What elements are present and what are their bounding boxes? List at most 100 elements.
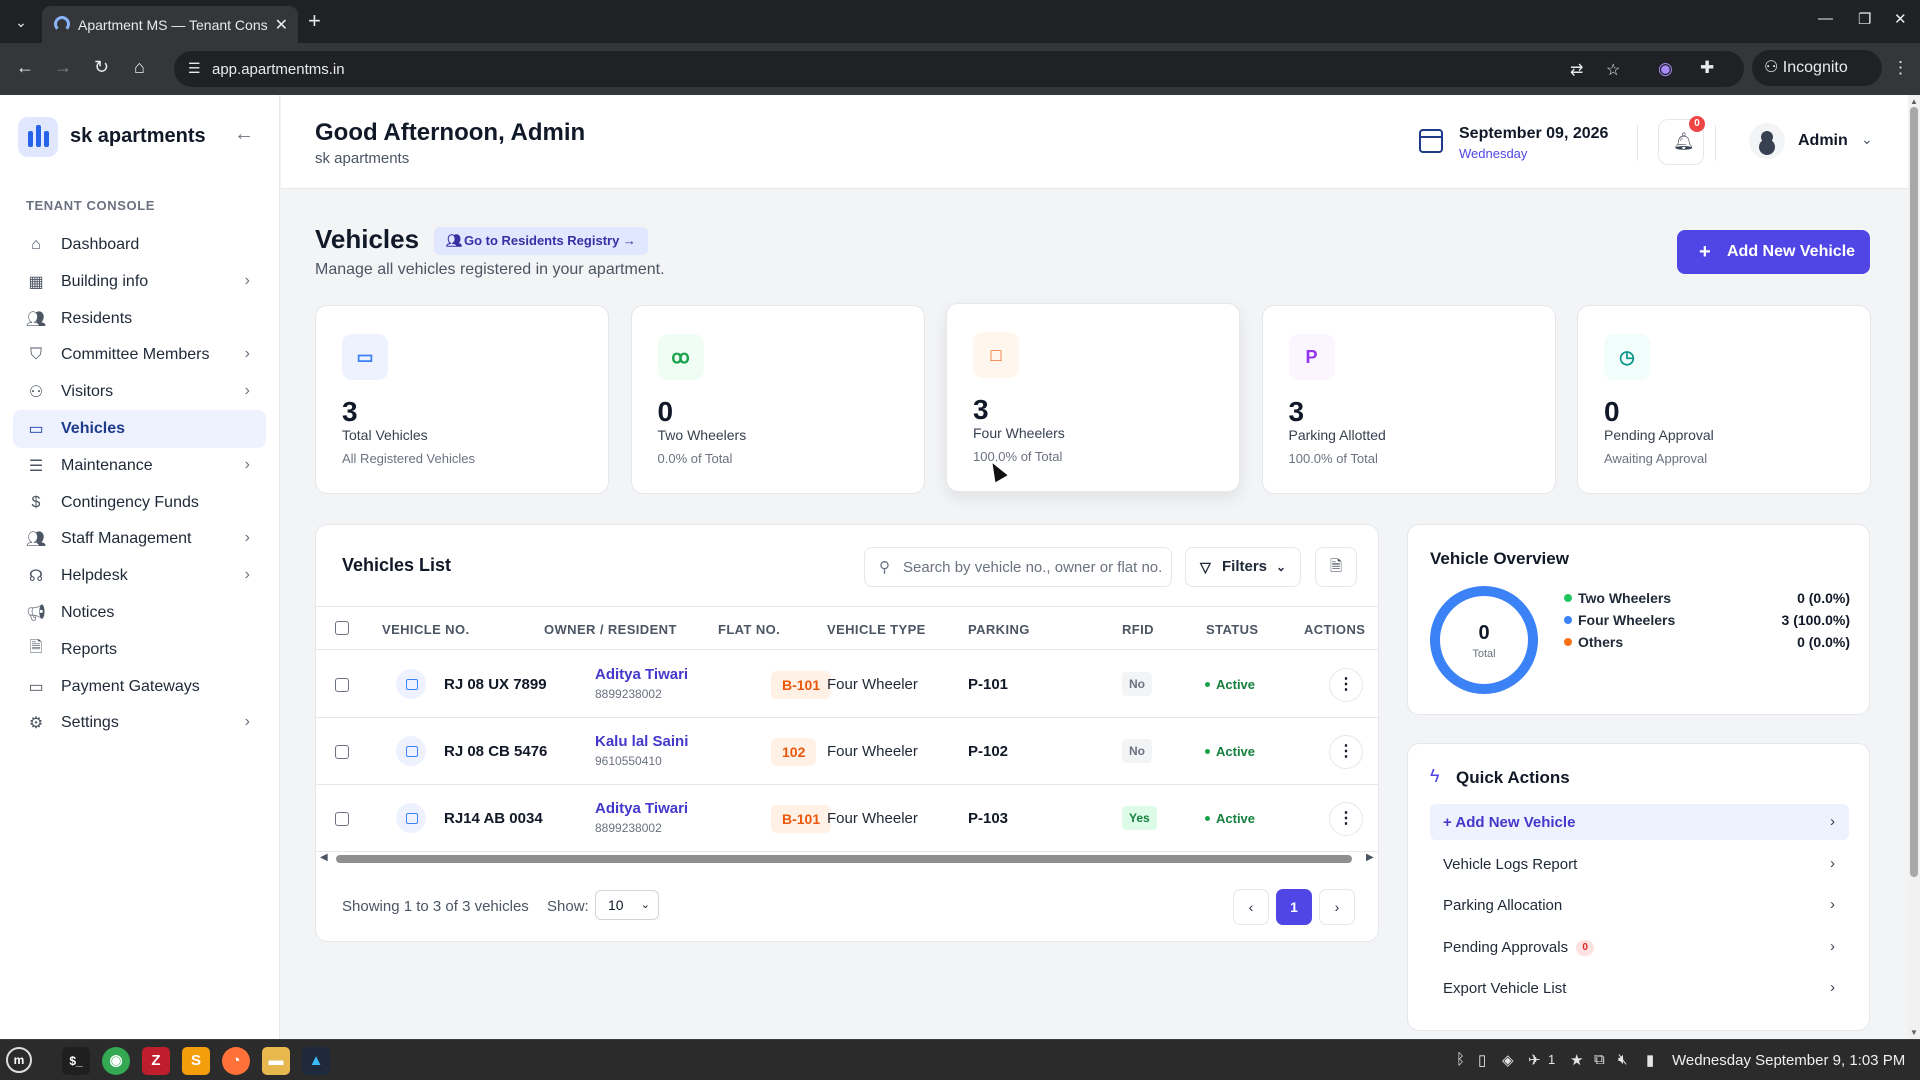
avatar[interactable] (1749, 123, 1785, 159)
column-header[interactable]: FLAT NO. (718, 622, 780, 637)
row-actions-button[interactable]: ⋮ (1329, 802, 1363, 836)
column-header[interactable]: VEHICLE TYPE (827, 622, 926, 637)
residents-registry-link[interactable]: 👥︎ Go to Residents Registry → (434, 227, 648, 255)
export-button[interactable]: 🗎︎ (1315, 547, 1357, 587)
window-close-icon[interactable]: ✕ (1894, 10, 1907, 28)
scroll-down-icon[interactable]: ▼ (1910, 1028, 1918, 1037)
row-actions-button[interactable]: ⋮ (1329, 668, 1363, 702)
clipboard-icon[interactable]: ▯ (1478, 1051, 1486, 1069)
minimize-icon[interactable]: — (1818, 10, 1833, 27)
bluetooth-icon[interactable]: ᛒ (1456, 1051, 1465, 1068)
extensions-puzzle-icon[interactable]: ✚ (1700, 58, 1714, 78)
sidebar-item-visitors[interactable]: ⚇ Visitors › (13, 373, 266, 411)
horizontal-scrollbar[interactable]: ◀ ▶ (316, 851, 1378, 867)
prev-page-button[interactable]: ‹ (1233, 889, 1269, 925)
quick-action-vehicle-logs-report[interactable]: Vehicle Logs Report › (1430, 846, 1849, 882)
maximize-icon[interactable]: ❐ (1858, 10, 1871, 28)
volume-level: 1 (1548, 1052, 1556, 1067)
sidebar-item-vehicles[interactable]: ▭ Vehicles (13, 410, 266, 448)
owner-name-link[interactable]: Kalu lal Saini (595, 733, 688, 750)
sidebar-item-helpdesk[interactable]: ☊ Helpdesk › (13, 557, 266, 595)
scroll-left-icon[interactable]: ◀ (320, 852, 328, 863)
column-header[interactable]: VEHICLE NO. (382, 622, 469, 637)
page-scrollbar[interactable]: ▲ ▼ (1908, 95, 1920, 1039)
sidebar-item-staff-management[interactable]: 👥︎ Staff Management › (13, 520, 266, 558)
donut-total-value: 0 (1478, 622, 1490, 644)
start-menu-icon[interactable]: m (6, 1047, 32, 1073)
sidebar-item-payment-gateways[interactable]: ▭ Payment Gateways (13, 668, 266, 706)
chrome-icon[interactable]: ◉ (102, 1047, 130, 1075)
browser-tab[interactable]: Apartment MS — Tenant Console ✕ (42, 6, 298, 43)
sidebar-item-maintenance[interactable]: ☰ Maintenance › (13, 447, 266, 485)
site-info-icon[interactable]: ☰ (188, 60, 201, 77)
reload-icon[interactable]: ↻ (94, 57, 109, 78)
page-number-button[interactable]: 1 (1276, 889, 1312, 925)
tab-search-button[interactable]: ⌄ (8, 9, 34, 35)
sidebar-item-building-info[interactable]: ▦ Building info › (13, 263, 266, 301)
row-checkbox[interactable] (335, 678, 349, 692)
firefox-icon[interactable]: ◔ (222, 1047, 250, 1075)
network-icon[interactable]: ⧉ (1594, 1051, 1605, 1068)
volume-muted-icon[interactable]: 🔇︎ (1618, 1051, 1627, 1068)
row-checkbox[interactable] (335, 812, 349, 826)
chevron-down-icon[interactable]: ⌄ (1861, 131, 1873, 148)
scroll-right-icon[interactable]: ▶ (1366, 852, 1374, 863)
column-header: ACTIONS (1304, 622, 1366, 637)
column-header[interactable]: PARKING (968, 622, 1030, 637)
taskbar-clock[interactable]: Wednesday September 9, 1:03 PM (1672, 1052, 1905, 1069)
bookmark-star-icon[interactable]: ☆ (1606, 60, 1620, 80)
update-icon[interactable]: ✈ (1528, 1051, 1541, 1069)
address-bar[interactable]: ☰ app.apartmentms.in ⇄ ☆ (174, 51, 1744, 87)
quick-action-add-new-vehicle[interactable]: + Add New Vehicle › (1430, 804, 1849, 840)
column-header[interactable]: RFID (1122, 622, 1154, 637)
row-actions-button[interactable]: ⋮ (1329, 735, 1363, 769)
sidebar-item-contingency-funds[interactable]: $ Contingency Funds (13, 484, 266, 522)
extension-color-icon[interactable]: ◉ (1658, 59, 1673, 79)
editor-app-icon[interactable]: ▲ (302, 1047, 330, 1075)
quick-action-pending-approvals[interactable]: Pending Approvals 0 › (1430, 929, 1849, 965)
battery-icon[interactable]: ▮ (1646, 1051, 1654, 1069)
scroll-up-icon[interactable]: ▲ (1910, 97, 1918, 106)
home-icon[interactable]: ⌂ (134, 57, 145, 78)
search-box[interactable]: ⚲ (864, 547, 1172, 587)
notifications-button[interactable]: 🔔︎ 0 (1658, 116, 1705, 165)
sidebar-item-notices[interactable]: 📢︎ Notices (13, 594, 266, 632)
column-header[interactable]: OWNER / RESIDENT (544, 622, 677, 637)
incognito-indicator[interactable]: ⚇ Incognito (1752, 50, 1882, 86)
scrollbar-thumb[interactable] (336, 855, 1352, 863)
sidebar-item-settings[interactable]: ⚙ Settings › (13, 704, 266, 742)
back-icon[interactable]: ← (16, 57, 34, 78)
close-tab-icon[interactable]: ✕ (275, 15, 288, 35)
filters-button[interactable]: ▽ Filters ⌄ (1185, 547, 1301, 587)
sublime-text-icon[interactable]: S (182, 1047, 210, 1075)
row-checkbox[interactable] (335, 745, 349, 759)
translate-icon[interactable]: ⇄ (1570, 60, 1583, 80)
page-size-select[interactable]: 10 ⌄ (595, 890, 659, 920)
sidebar-item-dashboard[interactable]: ⌂ Dashboard (13, 226, 266, 264)
browser-menu-icon[interactable]: ⋮ (1892, 58, 1909, 78)
terminal-icon[interactable]: $_ (62, 1047, 90, 1075)
star-tray-icon[interactable]: ★ (1570, 1051, 1583, 1069)
shield-tray-icon[interactable]: ◈ (1502, 1051, 1514, 1069)
user-name[interactable]: Admin (1798, 132, 1848, 150)
owner-name-link[interactable]: Aditya Tiwari (595, 666, 688, 683)
forward-icon[interactable]: → (54, 57, 72, 78)
collapse-sidebar-icon[interactable]: ← (234, 123, 254, 146)
quick-actions-title: Quick Actions (1456, 768, 1570, 787)
owner-name-link[interactable]: Aditya Tiwari (595, 800, 688, 817)
scrollbar-thumb[interactable] (1910, 107, 1918, 877)
sidebar-item-committee-members[interactable]: ⛉ Committee Members › (13, 336, 266, 374)
files-folder-icon[interactable]: ▬ (262, 1047, 290, 1075)
add-new-vehicle-button[interactable]: + Add New Vehicle (1677, 230, 1870, 274)
search-input[interactable] (903, 556, 1163, 578)
quick-action-export-vehicle-list[interactable]: Export Vehicle List › (1430, 970, 1849, 1006)
next-page-button[interactable]: › (1319, 889, 1355, 925)
sidebar-item-residents[interactable]: 👥︎ Residents (13, 300, 266, 338)
table-row: RJ14 AB 0034 Aditya Tiwari 8899238002 B-101… (316, 785, 1378, 852)
quick-action-parking-allocation[interactable]: Parking Allocation › (1430, 887, 1849, 923)
select-all-checkbox[interactable] (335, 621, 349, 635)
new-tab-button[interactable]: + (308, 8, 321, 34)
column-header[interactable]: STATUS (1206, 622, 1258, 637)
filezilla-icon[interactable]: Z (142, 1047, 170, 1075)
sidebar-item-reports[interactable]: 🗎︎ Reports (13, 631, 266, 669)
